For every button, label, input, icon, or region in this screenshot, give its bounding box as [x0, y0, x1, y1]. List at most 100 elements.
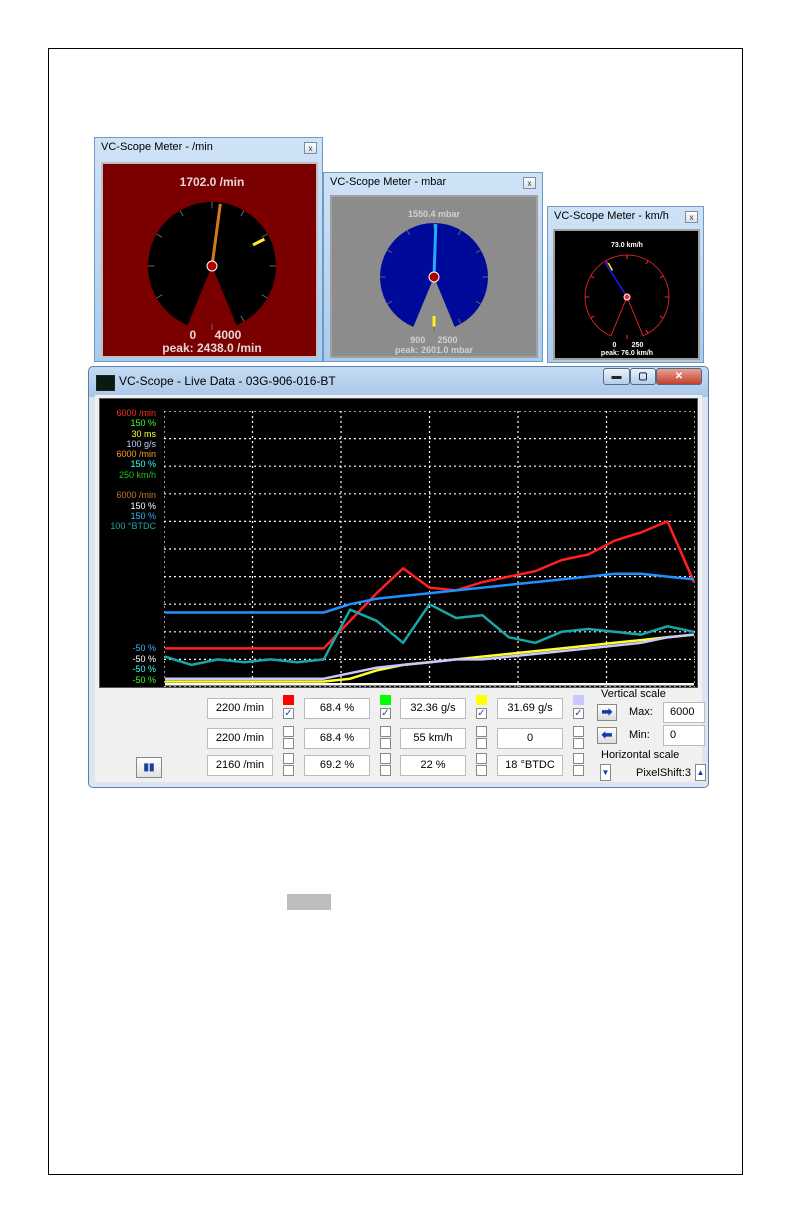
- meter-window-speed[interactable]: VC-Scope Meter - km/h x 73.0 km/h 0 250 pea…: [547, 206, 704, 363]
- readout-value: 2160 /min: [207, 755, 273, 776]
- series-toggle-checkbox[interactable]: [476, 753, 487, 764]
- horizontal-scale-label: Horizontal scale: [601, 749, 680, 761]
- close-button[interactable]: ✕: [656, 368, 702, 385]
- legend-max-values: 6000 /min 150 % 30 ms 100 g/s 6000 /min 150 %…: [104, 408, 156, 532]
- legend-entry: 6000 /min: [116, 408, 156, 418]
- readout-value: 2200 /min: [207, 698, 273, 719]
- pixel-shift-down-button[interactable]: ▼: [600, 764, 611, 781]
- legend-entry: 100 g/s: [126, 438, 156, 449]
- series-color-swatch: [283, 695, 294, 705]
- gauge-peak-value: peak: 2601.0 mbar: [395, 345, 474, 355]
- gauge-hub: [428, 271, 440, 283]
- gauge-value: 1702.0 /min: [180, 175, 245, 189]
- gauge-peak-value: peak: 76.0 km/h: [601, 350, 653, 357]
- series-visible-checkbox[interactable]: [476, 765, 487, 776]
- legend-entry: -50 %: [132, 643, 156, 653]
- readout-value: 22 %: [400, 755, 466, 776]
- readout-value: 69.2 %: [304, 755, 370, 776]
- series-toggle-checkbox[interactable]: [283, 753, 294, 764]
- gauge-range-min: 0: [189, 328, 196, 342]
- series-toggle-checkbox[interactable]: [476, 726, 487, 737]
- meter-title: VC-Scope Meter - km/h: [554, 210, 669, 222]
- legend-entry: 6000 /min: [116, 490, 156, 501]
- gauge-value: 1550.4 mbar: [408, 209, 461, 219]
- meter-window-rpm[interactable]: VC-Scope Meter - /min x 1702.0 /min 0 4000…: [94, 137, 323, 362]
- series-visible-checkbox[interactable]: [380, 765, 391, 776]
- close-icon[interactable]: x: [685, 211, 698, 223]
- legend-entry: 30 ms: [131, 428, 156, 439]
- legend-entry: -50 %: [132, 664, 156, 674]
- gauge-peak-value: peak: 2438.0 /min: [162, 341, 261, 355]
- decrease-scale-button[interactable]: ⬅: [597, 727, 617, 744]
- readout-value: 18 °BTDC: [497, 755, 563, 776]
- gauge-dial: 1550.4 mbar 900 2500peak: 2601.0 mbar: [332, 197, 536, 356]
- series-toggle-checkbox[interactable]: [573, 726, 584, 737]
- meter-title: VC-Scope Meter - mbar: [330, 176, 447, 188]
- series-visible-checkbox[interactable]: ✓: [476, 708, 487, 719]
- gray-highlight-box: [287, 894, 331, 910]
- series-toggle-checkbox[interactable]: [380, 726, 391, 737]
- min-value-field[interactable]: 0: [663, 725, 705, 746]
- client-area: 6000 /min 150 % 30 ms 100 g/s 6000 /min 150 %…: [95, 395, 706, 782]
- series-visible-checkbox[interactable]: [380, 738, 391, 749]
- gauge-range-max: 250: [632, 342, 644, 349]
- gauge-range-max: 2500: [437, 335, 457, 345]
- live-data-window[interactable]: VC-Scope - Live Data - 03G-906-016-BT ▬ …: [88, 366, 709, 788]
- series-visible-checkbox[interactable]: ✓: [380, 708, 391, 719]
- minimize-button[interactable]: ▬: [603, 368, 630, 385]
- series-visible-checkbox[interactable]: [573, 738, 584, 749]
- meter-title: VC-Scope Meter - /min: [101, 141, 213, 153]
- gauge-range-min: 0: [612, 342, 616, 349]
- series-visible-checkbox[interactable]: [476, 738, 487, 749]
- vertical-scale-label: Vertical scale: [601, 688, 666, 700]
- maximize-button[interactable]: ▢: [630, 368, 656, 385]
- meter-face: 1702.0 /min 0 4000 peak: 2438.0 /min: [101, 162, 318, 358]
- gauge-hub: [623, 293, 631, 301]
- max-label: Max:: [629, 706, 653, 718]
- legend-entry: 150 %: [130, 418, 156, 429]
- series-toggle-checkbox[interactable]: [573, 753, 584, 764]
- legend-entry: 250 km/h: [118, 469, 156, 480]
- readout-value: 68.4 %: [304, 698, 370, 719]
- max-value-field[interactable]: 6000: [663, 702, 705, 723]
- meter-window-mbar[interactable]: VC-Scope Meter - mbar x 1550.4 mbar 900 25…: [323, 172, 543, 362]
- legend-entry: [104, 480, 156, 490]
- readout-value: 55 km/h: [400, 728, 466, 749]
- series-visible-checkbox[interactable]: ✓: [573, 708, 584, 719]
- series-toggle-checkbox[interactable]: [380, 753, 391, 764]
- app-icon: [96, 375, 115, 391]
- series-visible-checkbox[interactable]: ✓: [283, 708, 294, 719]
- min-label: Min:: [629, 729, 650, 741]
- legend-entry: -50 %: [132, 653, 156, 664]
- series-color-swatch: [573, 695, 584, 705]
- scope-display: 6000 /min 150 % 30 ms 100 g/s 6000 /min 150 %…: [99, 398, 698, 688]
- legend-entry: 100 °BTDC: [110, 521, 156, 532]
- series-color-swatch: [380, 695, 391, 705]
- gauge-needle: [432, 224, 438, 278]
- series-visible-checkbox[interactable]: [283, 738, 294, 749]
- window-title: VC-Scope - Live Data - 03G-906-016-BT: [119, 374, 336, 388]
- gauge-dial: 73.0 km/h 0 250peak: 76.0 km/h: [555, 231, 698, 358]
- pause-button[interactable]: ▮▮: [136, 757, 162, 778]
- series-visible-checkbox[interactable]: [573, 765, 584, 776]
- pixel-shift-up-button[interactable]: ▲: [695, 764, 706, 781]
- series-visible-checkbox[interactable]: [283, 765, 294, 776]
- pixel-shift-label: PixelShift:3: [636, 767, 692, 779]
- legend-entry: 150 %: [130, 510, 156, 521]
- gauge-value: 73.0 km/h: [611, 242, 643, 249]
- gauge-range-min: 900: [410, 335, 425, 345]
- readout-value: 2200 /min: [207, 728, 273, 749]
- readout-value: 31.69 g/s: [497, 698, 563, 719]
- close-icon[interactable]: x: [304, 142, 317, 154]
- increase-scale-button[interactable]: ➡: [597, 704, 617, 721]
- legend-entry: 6000 /min: [116, 449, 156, 460]
- gauge-hub: [206, 260, 218, 272]
- legend-entry: 150 %: [130, 500, 156, 511]
- meter-face: 73.0 km/h 0 250 peak: 76.0 km/h: [553, 229, 700, 360]
- meter-face: 1550.4 mbar 900 2500 peak: 2601.0 mbar: [330, 195, 538, 358]
- live-data-chart: [164, 411, 695, 687]
- series-toggle-checkbox[interactable]: [283, 726, 294, 737]
- legend-min-values: -50 % -50 % -50 % -50 %: [104, 643, 156, 685]
- gauge-range-max: 4000: [215, 328, 242, 342]
- close-icon[interactable]: x: [523, 177, 536, 189]
